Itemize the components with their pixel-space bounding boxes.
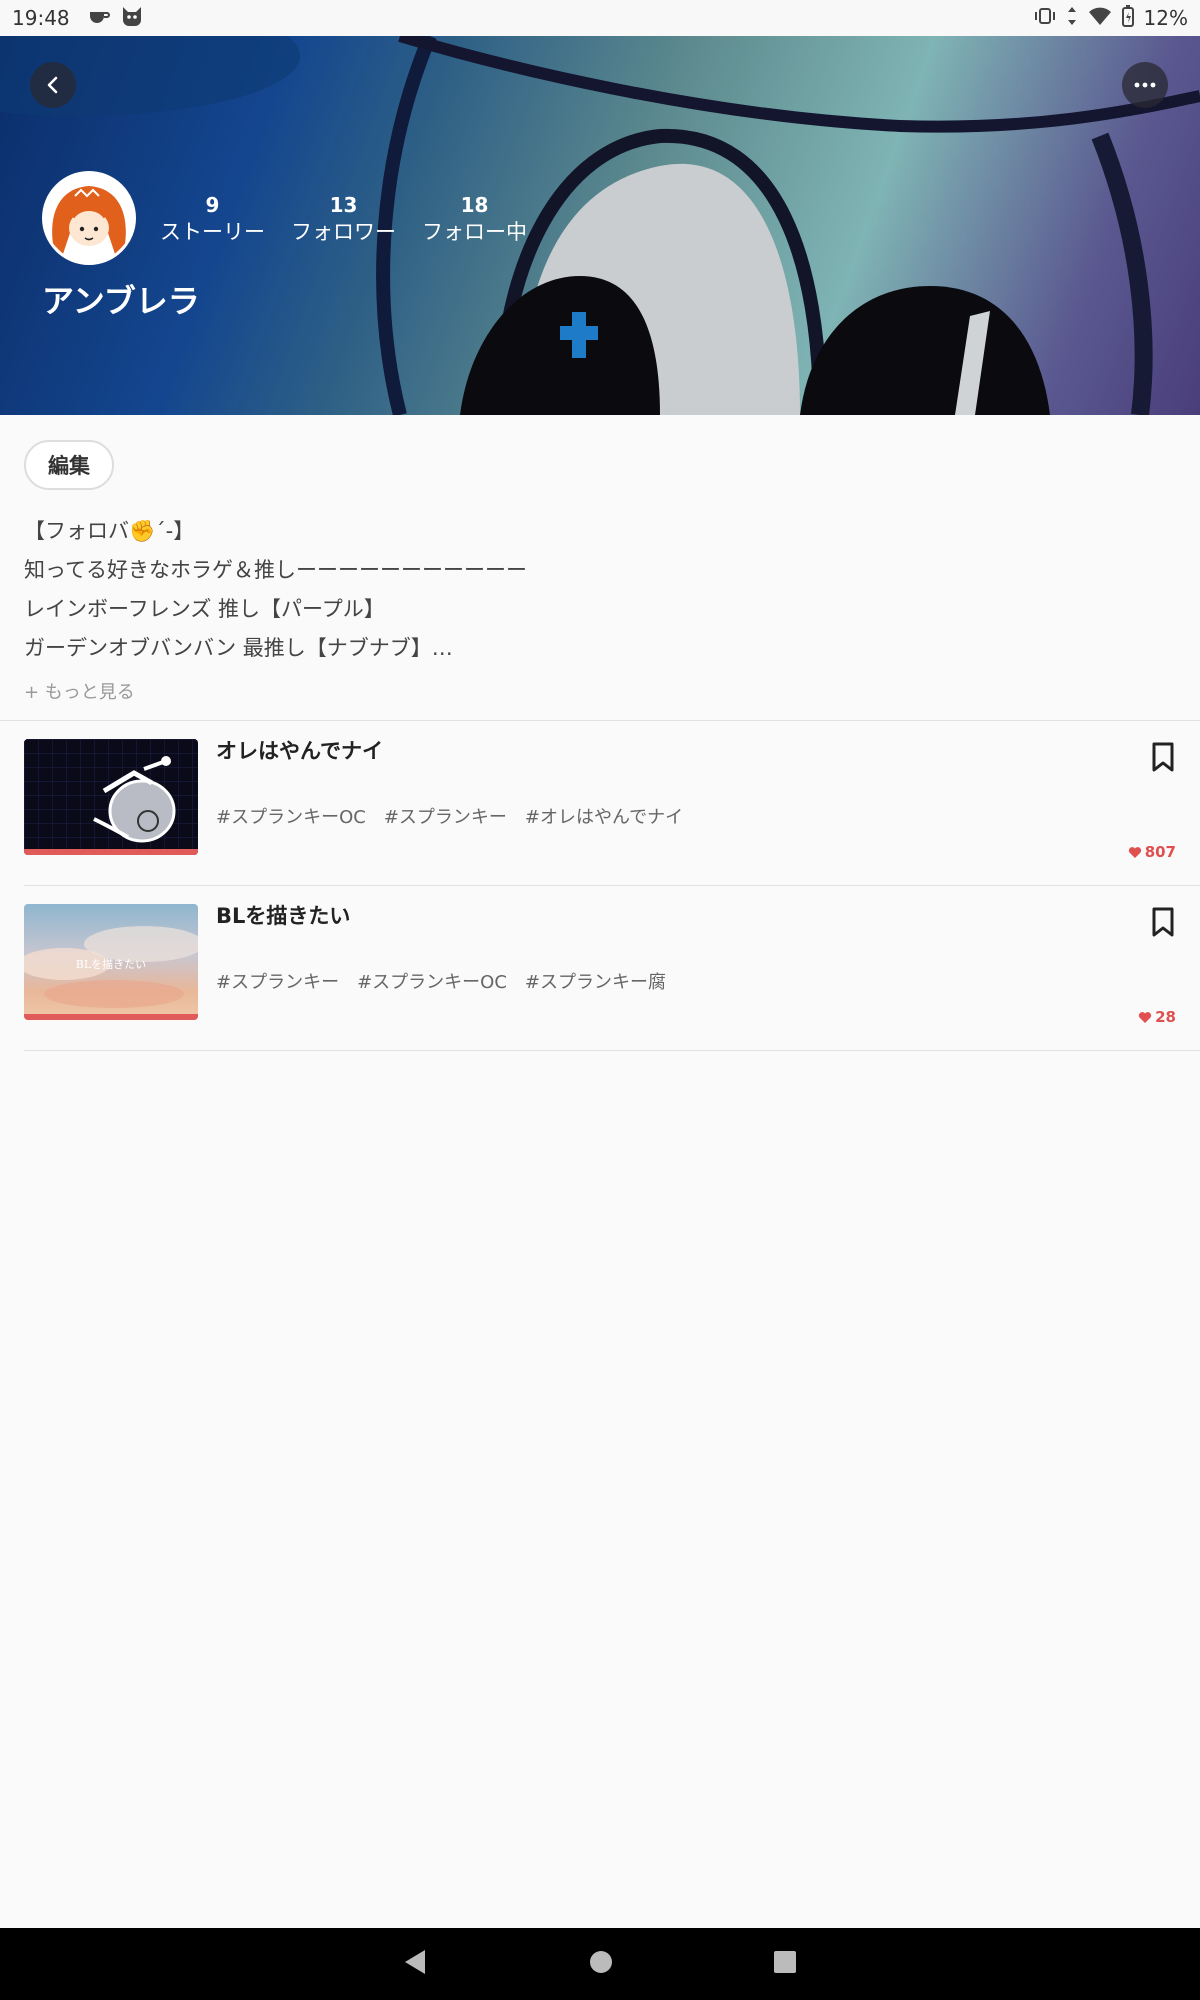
- bio-line: レインボーフレンズ 推し【パープル】: [24, 597, 385, 621]
- wifi-icon: [1088, 6, 1112, 31]
- heart-icon: [1128, 846, 1141, 858]
- battery-percent: 12%: [1143, 6, 1188, 30]
- stat-count: 13: [329, 193, 358, 217]
- story-list-item[interactable]: BLを描きたい BLを描きたい #スプランキー #スプランキーOC #スプランキ…: [0, 886, 1200, 1051]
- story-tags: #スプランキーOC #スプランキー #オレはやんでナイ: [216, 803, 683, 829]
- thumbnail-accent-bar: [24, 849, 198, 855]
- circle-home-icon: [590, 1951, 612, 1973]
- stat-stories[interactable]: 9 ストーリー: [160, 192, 265, 246]
- stat-label: フォロー中: [422, 220, 527, 244]
- like-count-value: 807: [1144, 843, 1176, 861]
- cat-icon: [120, 5, 144, 32]
- chevron-left-icon: [47, 76, 58, 94]
- avatar[interactable]: [42, 171, 136, 265]
- nav-back-button[interactable]: [403, 1948, 429, 1980]
- status-bar: 19:48 12%: [0, 0, 1200, 36]
- like-count-value: 28: [1155, 1008, 1176, 1026]
- profile-header-banner: 9 ストーリー 13 フォロワー 18 フォロー中 アンブレラ: [0, 36, 1200, 415]
- story-tag[interactable]: #オレはやんでナイ: [525, 803, 683, 829]
- stat-following[interactable]: 18 フォロー中: [422, 192, 527, 246]
- bio-line: ガーデンオブバンバン 最推し【ナブナブ】…: [24, 636, 453, 660]
- heart-icon: [1138, 1011, 1152, 1023]
- triangle-back-icon: [405, 1950, 425, 1974]
- battery-icon: [1121, 4, 1134, 32]
- story-thumbnail: [24, 739, 198, 855]
- story-tag[interactable]: #スプランキー: [384, 803, 507, 829]
- system-navigation-bar: [0, 1928, 1200, 2000]
- square-recents-icon: [774, 1951, 796, 1973]
- story-tag[interactable]: #スプランキー腐: [525, 968, 666, 994]
- bookmark-button[interactable]: [1150, 741, 1176, 773]
- vibrate-icon: [1034, 6, 1056, 30]
- bio-line: 【フォロバ✊´-】: [24, 519, 195, 543]
- bio-line: 知ってる好きなホラゲ＆推しーーーーーーーーーーー: [24, 558, 527, 582]
- profile-username: アンブレラ: [42, 282, 200, 320]
- bookmark-icon: [1152, 907, 1174, 937]
- more-horizontal-icon: [1134, 82, 1156, 88]
- like-count: 807: [1128, 843, 1176, 861]
- bookmark-icon: [1152, 742, 1174, 772]
- story-tag[interactable]: #スプランキーOC: [357, 968, 507, 994]
- bookmark-button[interactable]: [1150, 906, 1176, 938]
- status-time: 19:48: [12, 6, 70, 30]
- nav-recents-button[interactable]: [773, 1950, 797, 1978]
- stat-count: 9: [205, 193, 220, 217]
- story-tag[interactable]: #スプランキーOC: [216, 803, 366, 829]
- profile-bio: 【フォロバ✊´-】 知ってる好きなホラゲ＆推しーーーーーーーーーーー レインボー…: [24, 512, 1174, 668]
- story-title[interactable]: オレはやんでナイ: [216, 735, 383, 765]
- profile-stats: 9 ストーリー 13 フォロワー 18 フォロー中: [160, 192, 553, 246]
- stat-count: 18: [460, 193, 489, 217]
- stat-label: フォロワー: [291, 220, 396, 244]
- cup-icon: [88, 6, 110, 30]
- nav-home-button[interactable]: [589, 1950, 613, 1978]
- story-list-item[interactable]: オレはやんでナイ #スプランキーOC #スプランキー #オレはやんでナイ 807: [0, 721, 1200, 886]
- divider: [24, 1050, 1200, 1051]
- stat-followers[interactable]: 13 フォロワー: [291, 192, 396, 246]
- story-tag[interactable]: #スプランキー: [216, 968, 339, 994]
- story-title[interactable]: BLを描きたい: [216, 900, 350, 930]
- thumbnail-caption: BLを描きたい: [76, 957, 146, 971]
- edit-profile-button[interactable]: 編集: [24, 440, 114, 490]
- show-more-link[interactable]: + もっと見る: [24, 678, 135, 704]
- story-thumbnail: BLを描きたい: [24, 904, 198, 1020]
- like-count: 28: [1138, 1008, 1176, 1026]
- back-button[interactable]: [30, 62, 76, 108]
- stat-label: ストーリー: [160, 220, 265, 244]
- story-tags: #スプランキー #スプランキーOC #スプランキー腐: [216, 968, 666, 994]
- more-options-button[interactable]: [1122, 62, 1168, 108]
- thumbnail-accent-bar: [24, 1014, 198, 1020]
- data-arrows-icon: [1066, 6, 1078, 31]
